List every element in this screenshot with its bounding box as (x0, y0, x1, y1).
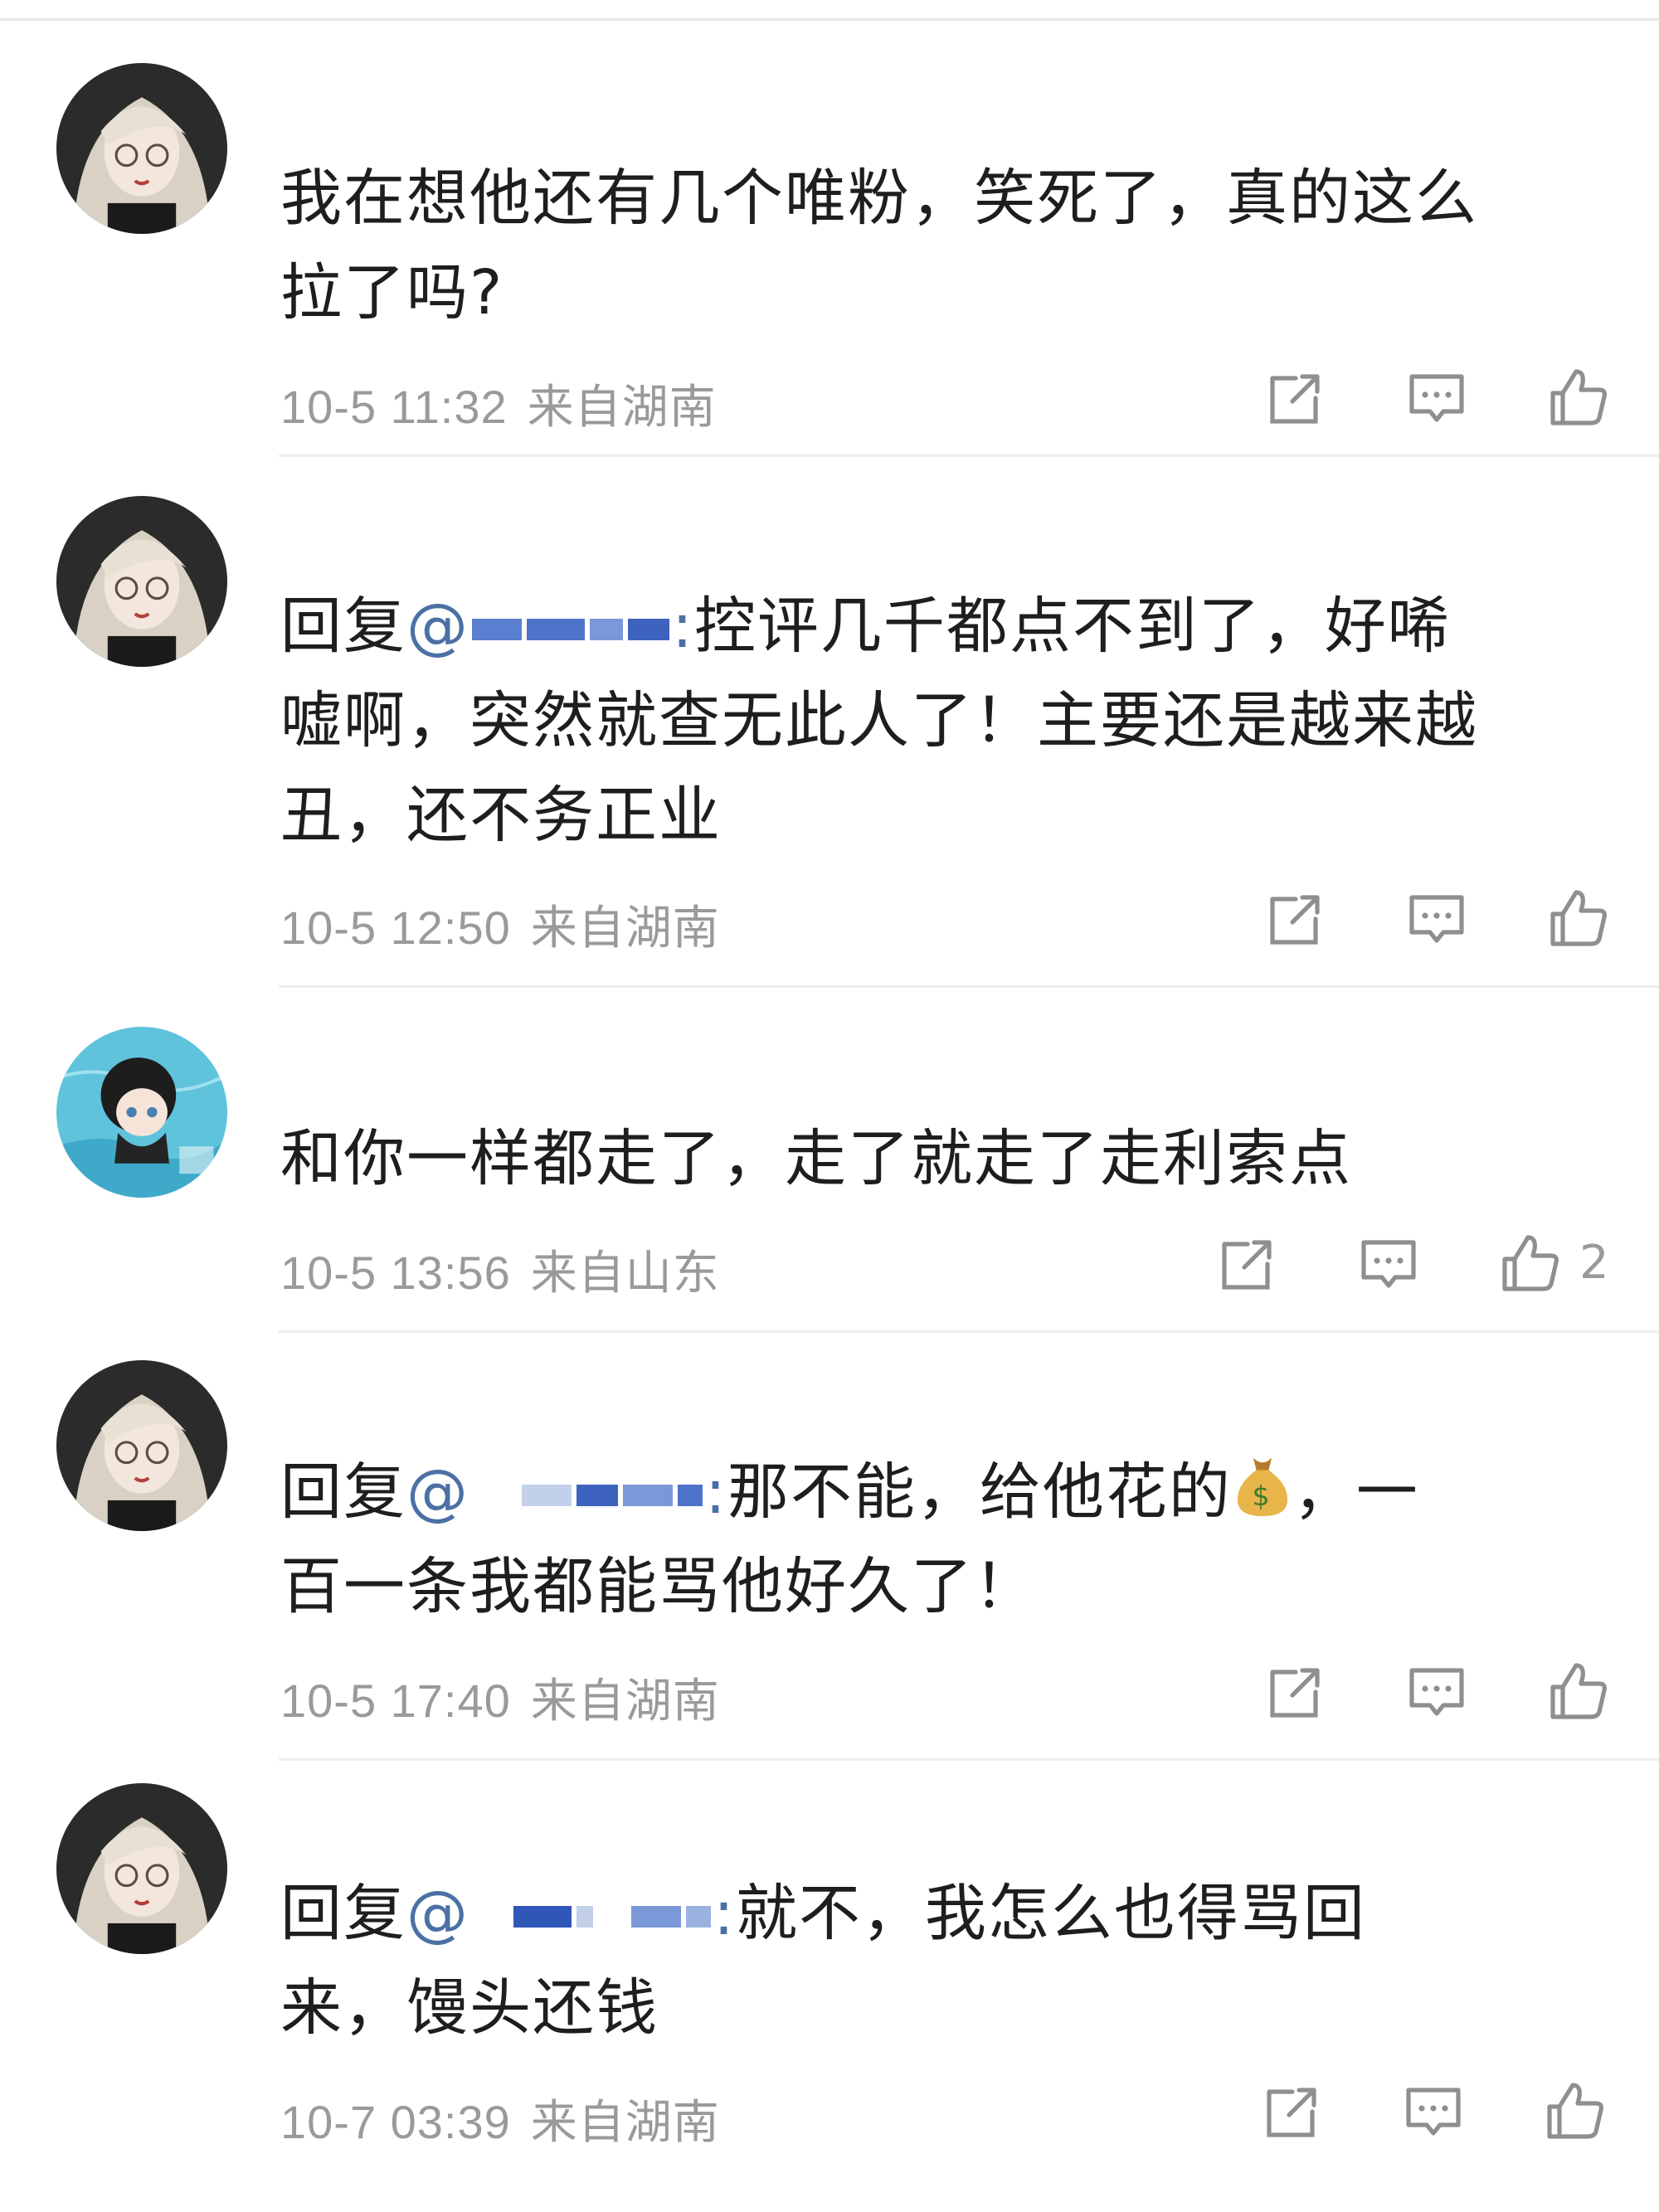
location: 来自湖南 (527, 381, 717, 433)
comment-line: 丑，还不务正业 (280, 780, 722, 851)
comment-text: 回复@:就不，我怎么也得骂回 来，馒头还钱 (280, 1866, 1574, 2055)
comment-meta: 10-5 17:40 来自湖南 (280, 1664, 720, 1731)
action-bar: 2 (1194, 1231, 1642, 1305)
redacted-username (513, 1906, 572, 1928)
redacted-username (472, 619, 522, 641)
comment-line: 来，馒头还钱 (280, 1972, 659, 2044)
thumbs-up-icon[interactable] (1496, 1231, 1563, 1297)
comment-icon[interactable] (1400, 2078, 1467, 2145)
redacted-username (577, 1906, 593, 1928)
timestamp: 10-5 17:40 (280, 1675, 511, 1727)
redacted-username (623, 1485, 673, 1507)
divider (279, 1330, 1659, 1333)
timestamp: 10-5 12:50 (280, 902, 511, 954)
share-icon[interactable] (1262, 365, 1329, 431)
timestamp: 10-7 03:39 (280, 2096, 511, 2148)
avatar[interactable] (56, 1360, 227, 1531)
action-bar (1241, 2078, 1639, 2153)
comment-text: 和你一样都走了，走了就走了走利索点 (280, 1111, 1574, 1206)
location: 来自山东 (530, 1247, 720, 1299)
location: 来自湖南 (530, 902, 720, 954)
redacted-username (577, 1485, 618, 1507)
comment-line: 拉了吗? (280, 257, 504, 328)
mention-link[interactable]: @: (406, 1456, 727, 1528)
top-divider (0, 18, 1659, 21)
redacted-username (686, 1906, 711, 1928)
comment-line: 和你一样都走了，走了就走了走利索点 (280, 1123, 1352, 1194)
like-count: 2 (1579, 1236, 1609, 1290)
share-icon[interactable] (1214, 1231, 1281, 1297)
comment-line: 百一条我都能骂他好久了！ (280, 1551, 1037, 1622)
comment-icon[interactable] (1355, 1231, 1422, 1297)
avatar[interactable] (56, 63, 227, 234)
comment-text: 回复@:控评几千都点不到了，好唏 嘘啊，突然就查无此人了！主要还是越来越 丑，还… (280, 579, 1574, 863)
mention-link[interactable]: @: (406, 591, 694, 662)
action-bar (1244, 365, 1642, 440)
redacted-username (631, 1906, 681, 1928)
comment-text: 回复@:那不能，给他花的 $ ，一 百一条我都能骂他好久了！ (280, 1445, 1574, 1634)
comment-meta: 10-5 11:32 来自湖南 (280, 370, 717, 437)
divider (279, 985, 1659, 988)
location: 来自湖南 (530, 2096, 720, 2148)
comment-line: 我在想他还有几个唯粉，笑死了，真的这么 (280, 163, 1478, 234)
timestamp: 10-5 13:56 (280, 1247, 511, 1299)
avatar[interactable] (56, 496, 227, 667)
comment-icon[interactable] (1404, 1659, 1470, 1725)
redacted-username (527, 619, 585, 641)
comment-line: 回复@:就不，我怎么也得骂回 (280, 1878, 1366, 1949)
comment-icon[interactable] (1404, 886, 1470, 952)
share-icon[interactable] (1259, 2078, 1326, 2145)
comment-line: 回复@:那不能，给他花的 $ ，一 (280, 1445, 1574, 1539)
reply-prefix: 回复 (280, 1456, 406, 1528)
comment-meta: 10-5 12:50 来自湖南 (280, 891, 720, 958)
redacted-username (678, 1485, 703, 1507)
avatar[interactable] (56, 1783, 227, 1954)
comment-icon[interactable] (1404, 365, 1470, 431)
action-bar (1244, 1659, 1642, 1733)
divider (279, 1758, 1659, 1761)
thumbs-up-icon[interactable] (1545, 1659, 1611, 1725)
comment-meta: 10-7 03:39 来自湖南 (280, 2085, 720, 2152)
redacted-username (522, 1485, 572, 1507)
thumbs-up-icon[interactable] (1545, 886, 1611, 952)
action-bar (1244, 886, 1642, 960)
money-bag-emoji: $ (1232, 1451, 1293, 1519)
redacted-username (628, 619, 669, 641)
thumbs-up-icon[interactable] (1545, 365, 1611, 431)
timestamp: 10-5 11:32 (280, 381, 508, 433)
share-icon[interactable] (1262, 886, 1329, 952)
comment-text: 我在想他还有几个唯粉，笑死了，真的这么 拉了吗? (280, 151, 1574, 340)
comment-line: 嘘啊，突然就查无此人了！主要还是越来越 (280, 685, 1478, 756)
comment-meta: 10-5 13:56 来自山东 (280, 1236, 720, 1303)
redacted-username (590, 619, 623, 641)
reply-prefix: 回复 (280, 1878, 406, 1949)
avatar[interactable] (56, 1027, 227, 1198)
thumbs-up-icon[interactable] (1541, 2078, 1608, 2145)
reply-prefix: 回复 (280, 591, 406, 662)
divider (279, 455, 1659, 457)
comment-line: 回复@:控评几千都点不到了，好唏 (280, 591, 1451, 662)
svg-text:$: $ (1252, 1480, 1272, 1512)
location: 来自湖南 (530, 1675, 720, 1727)
share-icon[interactable] (1262, 1659, 1329, 1725)
mention-link[interactable]: @: (406, 1878, 736, 1949)
